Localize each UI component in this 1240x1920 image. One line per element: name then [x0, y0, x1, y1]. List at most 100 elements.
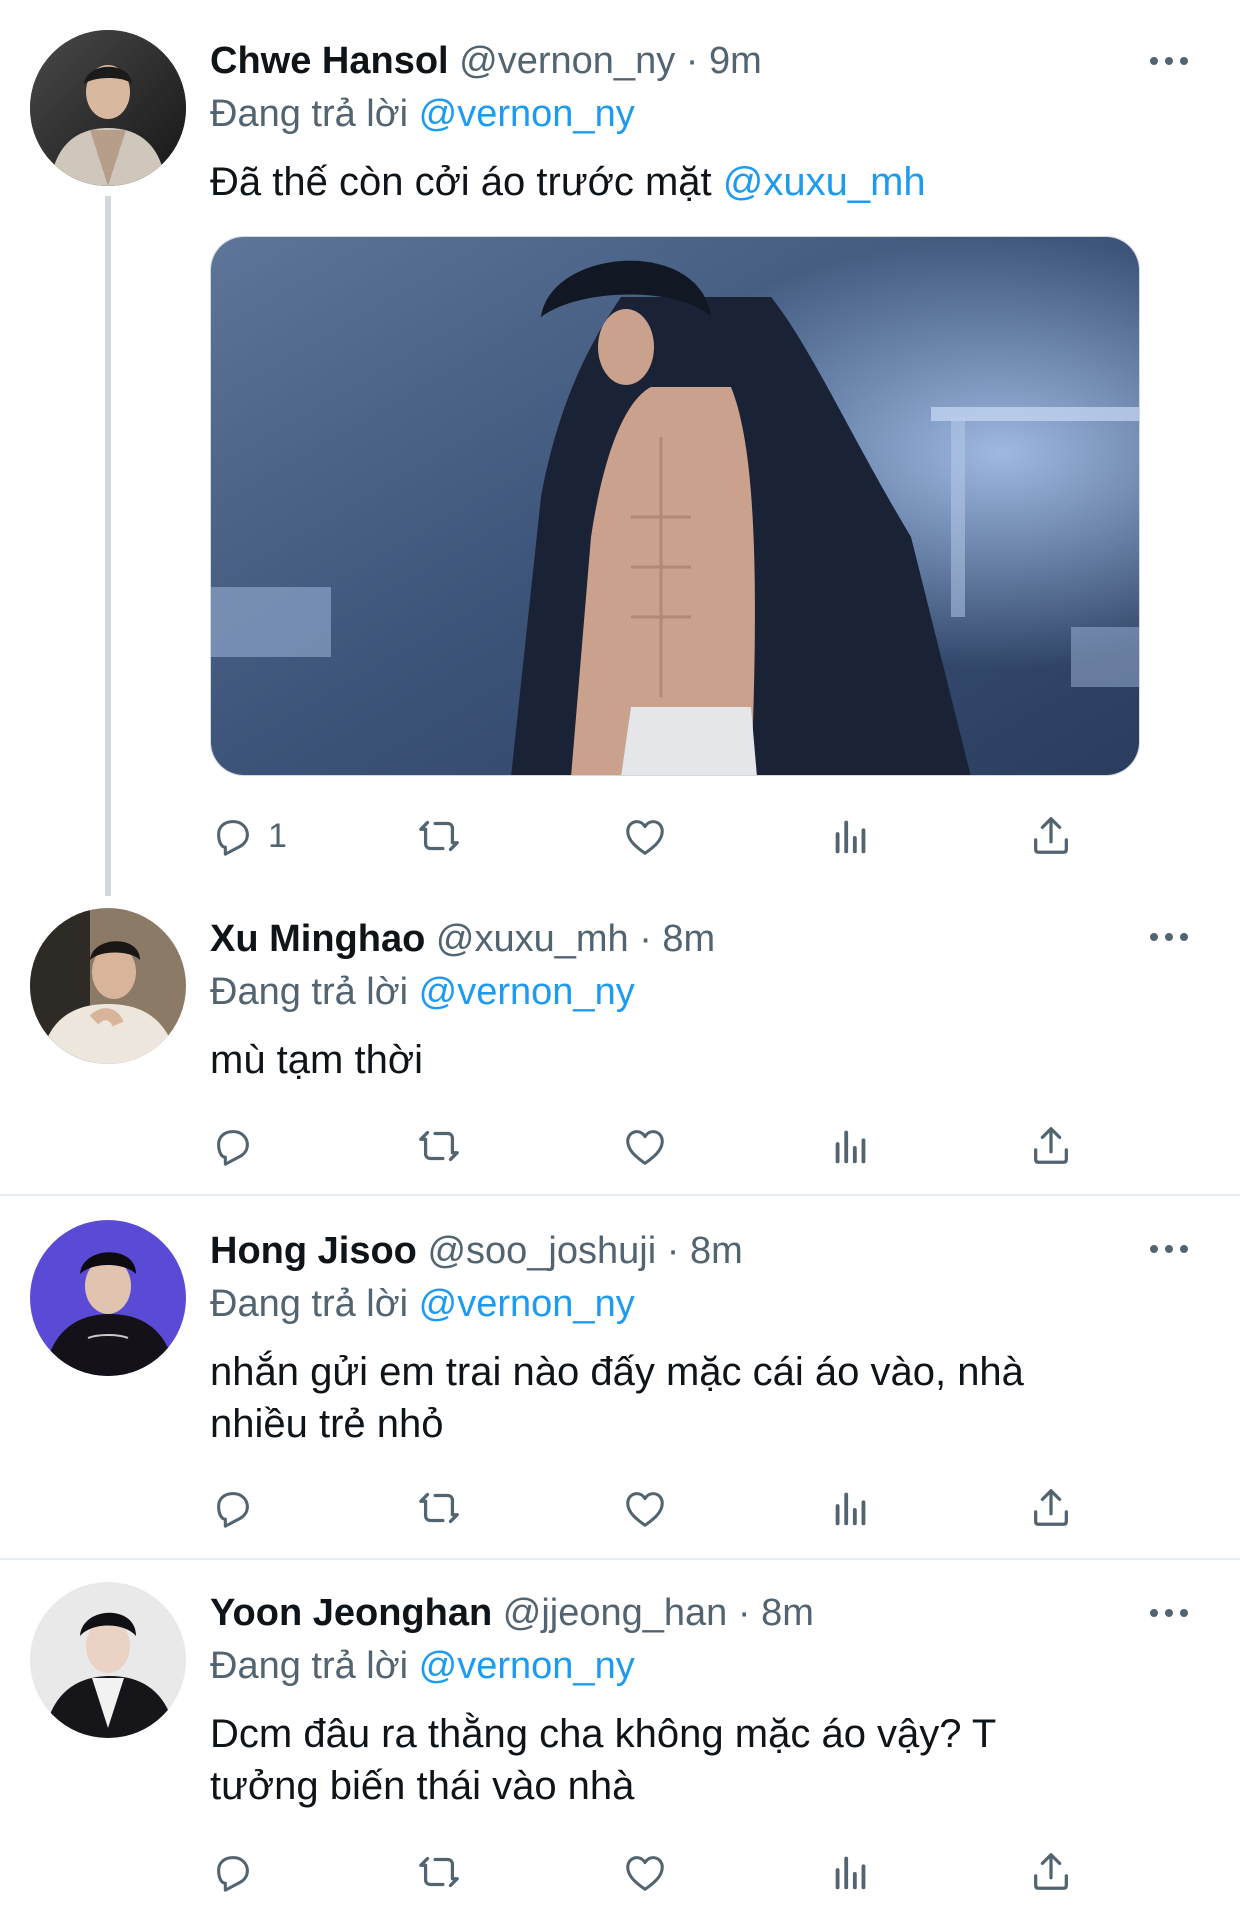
reply-feed: Chwe Hansol @vernon_ny · 9m Đang trả lời…: [0, 0, 1240, 1920]
reply-icon: [217, 1492, 249, 1528]
reply-button[interactable]: [210, 1116, 256, 1176]
display-name[interactable]: Chwe Hansol: [210, 40, 449, 82]
thread-line: [105, 196, 111, 896]
timestamp[interactable]: 9m: [709, 40, 762, 82]
share-button[interactable]: [1028, 1842, 1074, 1902]
separator: ·: [675, 40, 709, 82]
reply-icon: [217, 1130, 249, 1166]
reply-prefix: Đang trả lời: [210, 971, 409, 1013]
tweet-header: Yoon Jeonghan @jjeong_han · 8m: [210, 1588, 1180, 1638]
tweet-hong-jisoo[interactable]: Hong Jisoo @soo_joshuji · 8m Đang trả lờ…: [0, 1196, 1240, 1558]
like-icon: [626, 820, 664, 855]
share-button[interactable]: [1028, 1478, 1074, 1538]
avatar[interactable]: [30, 30, 186, 186]
handle[interactable]: @vernon_ny: [459, 40, 675, 82]
tweet-chwe-hansol[interactable]: Chwe Hansol @vernon_ny · 9m Đang trả lời…: [0, 0, 1240, 896]
tweet-xu-minghao[interactable]: Xu Minghao @xuxu_mh · 8m Đang trả lời @v…: [0, 876, 1240, 1194]
display-name[interactable]: Xu Minghao: [210, 918, 425, 960]
tweet-text-line: tưởng biến thái vào nhà: [210, 1764, 635, 1808]
tweet-header: Hong Jisoo @soo_joshuji · 8m: [210, 1226, 1180, 1276]
reply-button[interactable]: [210, 1842, 256, 1902]
more-icon[interactable]: [1144, 922, 1194, 952]
reply-prefix: Đang trả lời: [210, 93, 409, 135]
tweet-text: Đã thế còn cởi áo trước mặt @xuxu_mh: [210, 156, 1180, 208]
reply-button[interactable]: 1: [210, 806, 287, 866]
share-button[interactable]: [1028, 1116, 1074, 1176]
more-icon[interactable]: [1144, 46, 1194, 76]
reply-icon: [217, 1856, 249, 1892]
more-icon[interactable]: [1144, 1598, 1194, 1628]
handle[interactable]: @soo_joshuji: [427, 1230, 656, 1272]
replying-to: Đang trả lời @vernon_ny: [210, 966, 1180, 1018]
separator: ·: [628, 918, 663, 960]
views-button[interactable]: [828, 1478, 874, 1538]
separator: ·: [727, 1592, 762, 1634]
like-button[interactable]: [622, 1116, 668, 1176]
retweet-icon: [419, 1856, 459, 1888]
like-button[interactable]: [622, 806, 668, 866]
like-button[interactable]: [622, 1478, 668, 1538]
share-icon: [1034, 1489, 1068, 1526]
tweet-actions: [210, 1116, 1090, 1176]
tweet-header: Chwe Hansol @vernon_ny · 9m: [210, 36, 1180, 86]
reply-to-mention[interactable]: @vernon_ny: [419, 1283, 635, 1325]
display-name[interactable]: Hong Jisoo: [210, 1230, 417, 1272]
reply-count: 1: [268, 816, 287, 855]
share-icon: [1034, 1127, 1068, 1164]
retweet-button[interactable]: [416, 1478, 462, 1538]
tweet-text: Dcm đâu ra thằng cha không mặc áo vậy? T…: [210, 1708, 1180, 1812]
retweet-button[interactable]: [416, 1116, 462, 1176]
reply-prefix: Đang trả lời: [210, 1645, 409, 1687]
views-button[interactable]: [828, 1116, 874, 1176]
text-mention[interactable]: @xuxu_mh: [723, 160, 926, 204]
views-button[interactable]: [828, 1842, 874, 1902]
tweet-text: mù tạm thời: [210, 1038, 423, 1082]
like-icon: [626, 1492, 664, 1527]
share-icon: [1034, 817, 1068, 854]
reply-to-mention[interactable]: @vernon_ny: [419, 971, 635, 1013]
retweet-icon: [419, 1492, 459, 1524]
handle[interactable]: @jjeong_han: [503, 1592, 728, 1634]
reply-icon: [217, 820, 249, 856]
timestamp[interactable]: 8m: [690, 1230, 743, 1272]
reply-to-mention[interactable]: @vernon_ny: [419, 1645, 635, 1687]
reply-button[interactable]: [210, 1478, 256, 1538]
tweet-yoon-jeonghan[interactable]: Yoon Jeonghan @jjeong_han · 8m Đang trả …: [0, 1560, 1240, 1920]
timestamp[interactable]: 8m: [662, 918, 715, 960]
views-button[interactable]: [828, 806, 874, 866]
tweet-actions: [210, 1842, 1090, 1902]
retweet-button[interactable]: [416, 1842, 462, 1902]
views-icon: [835, 820, 866, 854]
replying-to: Đang trả lời @vernon_ny: [210, 1640, 1180, 1692]
tweet-text-line: nhiều trẻ nhỏ: [210, 1402, 444, 1446]
avatar[interactable]: [30, 1582, 186, 1738]
reply-to-mention[interactable]: @vernon_ny: [419, 93, 635, 135]
replying-to: Đang trả lời @vernon_ny: [210, 1278, 1180, 1330]
separator: ·: [656, 1230, 690, 1272]
tweet-text: nhắn gửi em trai nào đấy mặc cái áo vào,…: [210, 1346, 1180, 1450]
tweet-actions: [210, 1478, 1090, 1538]
retweet-icon: [419, 820, 459, 852]
share-button[interactable]: [1028, 806, 1074, 866]
timestamp[interactable]: 8m: [761, 1592, 814, 1634]
avatar[interactable]: [30, 1220, 186, 1376]
avatar[interactable]: [30, 908, 186, 1064]
retweet-button[interactable]: [416, 806, 462, 866]
views-icon: [835, 1856, 866, 1890]
share-icon: [1034, 1853, 1068, 1890]
tweet-text-line: Dcm đâu ra thằng cha không mặc áo vậy? T: [210, 1712, 997, 1756]
tweet-text-line: nhắn gửi em trai nào đấy mặc cái áo vào,…: [210, 1350, 1024, 1394]
tweet-actions: 1: [210, 806, 1090, 866]
tweet-header: Xu Minghao @xuxu_mh · 8m: [210, 914, 1180, 964]
more-icon[interactable]: [1144, 1234, 1194, 1264]
like-icon: [626, 1130, 664, 1165]
tweet-media-image[interactable]: [210, 236, 1140, 776]
reply-prefix: Đang trả lời: [210, 1283, 409, 1325]
views-icon: [835, 1130, 866, 1164]
display-name[interactable]: Yoon Jeonghan: [210, 1592, 492, 1634]
views-icon: [835, 1492, 866, 1526]
replying-to: Đang trả lời @vernon_ny: [210, 88, 1180, 140]
like-button[interactable]: [622, 1842, 668, 1902]
handle[interactable]: @xuxu_mh: [436, 918, 629, 960]
retweet-icon: [419, 1130, 459, 1162]
